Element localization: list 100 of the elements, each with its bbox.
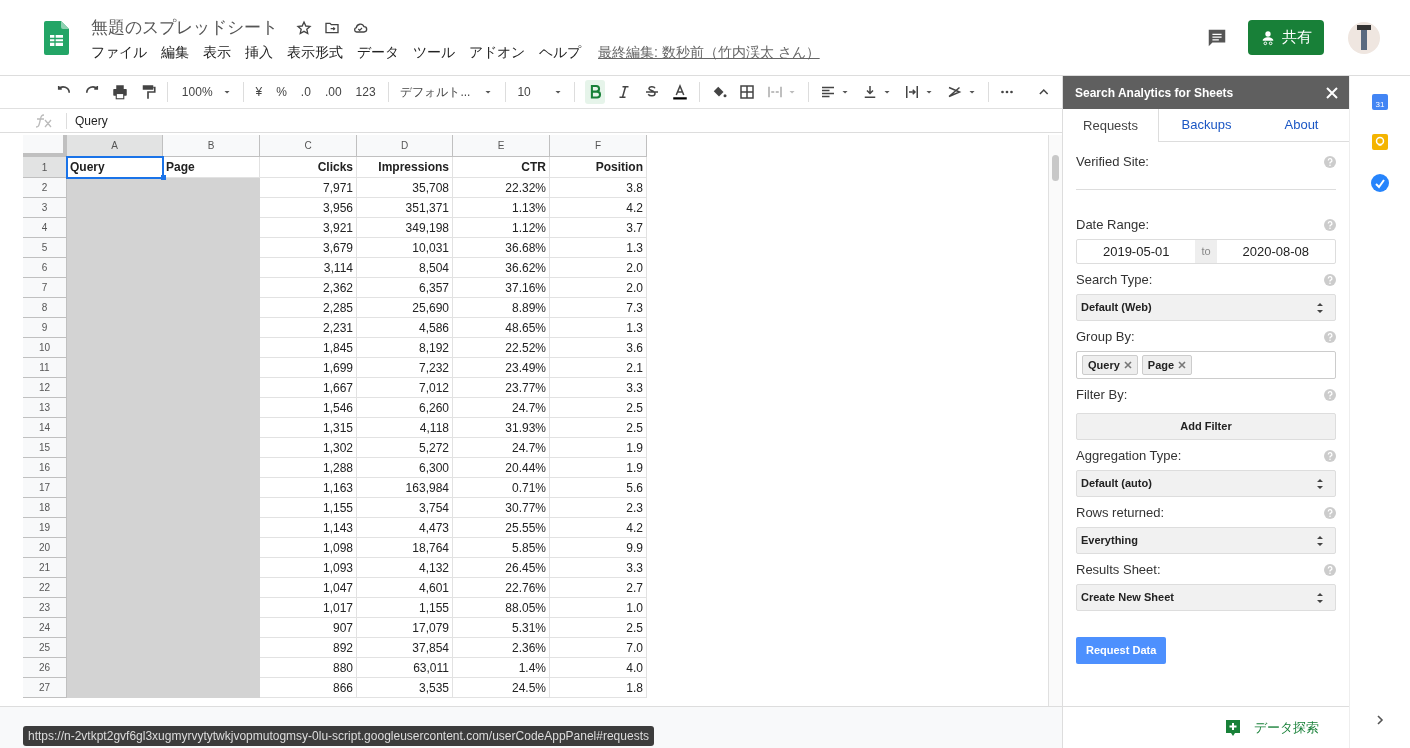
row-header[interactable]: 21 xyxy=(23,558,67,578)
field-label: Verified Site: xyxy=(1076,153,1149,172)
menu-item[interactable]: 挿入 xyxy=(238,42,280,63)
tab[interactable]: About xyxy=(1254,109,1349,142)
row-header[interactable]: 6 xyxy=(23,258,67,278)
table-cell: 2.5 xyxy=(550,398,647,418)
star-icon[interactable] xyxy=(296,19,312,36)
table-cell: 3.6 xyxy=(550,338,647,358)
row-header[interactable]: 15 xyxy=(23,438,67,458)
sheets-logo-icon[interactable] xyxy=(44,20,69,55)
row-header[interactable]: 3 xyxy=(23,198,67,218)
close-icon[interactable] xyxy=(1325,85,1339,100)
text-color-icon[interactable] xyxy=(671,83,690,101)
row-header[interactable]: 19 xyxy=(23,518,67,538)
column-header[interactable]: A xyxy=(67,135,163,157)
font-size-dropdown[interactable]: 10 xyxy=(515,83,542,101)
table-cell: 2,231 xyxy=(260,318,357,338)
row-header[interactable]: 2 xyxy=(23,178,67,198)
row-header[interactable]: 10 xyxy=(23,338,67,358)
row-header[interactable]: 9 xyxy=(23,318,67,338)
row-header[interactable]: 12 xyxy=(23,378,67,398)
percent-button[interactable]: % xyxy=(274,83,289,101)
row-header[interactable]: 24 xyxy=(23,618,67,638)
updown-icon xyxy=(1315,300,1325,315)
row-header[interactable]: 8 xyxy=(23,298,67,318)
share-button[interactable]: 共有 xyxy=(1248,20,1324,55)
scrollbar-thumb[interactable] xyxy=(1052,155,1059,181)
field-label: Search Type: xyxy=(1076,271,1153,290)
menu-item[interactable]: 表示形式 xyxy=(280,42,350,63)
calendar-icon[interactable]: 31 xyxy=(1372,94,1388,110)
row-header[interactable]: 25 xyxy=(23,638,67,658)
table-cell: 63,011 xyxy=(357,658,453,678)
table-header-cell[interactable]: Query xyxy=(67,157,163,178)
last-edit-link[interactable]: 最終編集: 数秒前（竹内渓太 さん） xyxy=(598,42,820,63)
row-header[interactable]: 7 xyxy=(23,278,67,298)
row-header[interactable]: 11 xyxy=(23,358,67,378)
row-header[interactable]: 14 xyxy=(23,418,67,438)
row-header[interactable]: 4 xyxy=(23,218,67,238)
tag-chip[interactable]: Page xyxy=(1141,355,1193,375)
row-header[interactable]: 26 xyxy=(23,658,67,678)
borders-icon[interactable] xyxy=(738,83,757,101)
remove-icon[interactable] xyxy=(1178,361,1187,369)
menu-item[interactable]: ヘルプ xyxy=(532,42,588,63)
document-title[interactable]: 無題のスプレッドシート xyxy=(91,14,278,41)
formula-input[interactable]: Query xyxy=(75,111,1062,130)
tag-input-field[interactable]: Query Page xyxy=(1076,351,1336,379)
select-field[interactable]: Everything xyxy=(1076,527,1336,554)
row-header[interactable]: 22 xyxy=(23,578,67,598)
currency-button[interactable]: ¥ xyxy=(253,83,265,101)
tag-chip[interactable]: Query xyxy=(1082,355,1138,375)
menu-item[interactable]: アドオン xyxy=(462,42,532,63)
row-header[interactable]: 20 xyxy=(23,538,67,558)
menu-item[interactable]: データ xyxy=(350,42,406,63)
corner-cell[interactable] xyxy=(23,135,67,157)
remove-icon[interactable] xyxy=(1123,361,1132,369)
zoom-dropdown[interactable]: 100% xyxy=(177,83,217,101)
table-cell: 1,288 xyxy=(260,458,357,478)
column-header[interactable]: D xyxy=(357,135,453,157)
table-cell: 1.13% xyxy=(453,198,550,218)
bold-icon[interactable] xyxy=(584,80,606,104)
row-header[interactable]: 16 xyxy=(23,458,67,478)
number-format-button[interactable]: 123 xyxy=(353,83,378,101)
chevron-right-icon[interactable] xyxy=(1374,714,1386,726)
add-filter-button[interactable]: Add Filter xyxy=(1076,413,1336,440)
decimal-increase-button[interactable]: .00 xyxy=(322,83,344,101)
font-dropdown[interactable]: デフォルト... xyxy=(398,83,473,101)
table-cell: 37.16% xyxy=(453,278,550,298)
decimal-decrease-button[interactable]: .0 xyxy=(298,83,313,101)
column-header[interactable]: F xyxy=(550,135,647,157)
table-cell: 6,357 xyxy=(357,278,453,298)
person-icon xyxy=(1260,29,1276,46)
row-header[interactable]: 13 xyxy=(23,398,67,418)
row-header[interactable]: 17 xyxy=(23,478,67,498)
select-field[interactable]: Default (Web) xyxy=(1076,294,1336,321)
explore-button[interactable]: データ探索 xyxy=(1224,717,1319,738)
row-header[interactable]: 1 xyxy=(23,157,67,178)
column-header[interactable]: C xyxy=(260,135,357,157)
table-cell: 3.3 xyxy=(550,378,647,398)
row-header[interactable]: 18 xyxy=(23,498,67,518)
check-circle-icon[interactable] xyxy=(1371,174,1389,192)
menu-item[interactable]: ファイル xyxy=(91,42,154,63)
field-label: Group By: xyxy=(1076,328,1135,347)
menu-item[interactable]: 表示 xyxy=(196,42,238,63)
column-header[interactable]: B xyxy=(163,135,260,157)
menu-item[interactable]: ツール xyxy=(406,42,462,63)
select-field[interactable]: Default (auto) xyxy=(1076,470,1336,497)
print-icon[interactable] xyxy=(111,83,129,101)
fill-handle[interactable] xyxy=(161,175,166,180)
tag-label: Page xyxy=(1147,357,1175,373)
table-header-cell: Clicks xyxy=(260,157,357,178)
menu-item[interactable]: 編集 xyxy=(154,42,196,63)
table-cell: 1,143 xyxy=(260,518,357,538)
row-header[interactable]: 27 xyxy=(23,678,67,698)
select-field[interactable]: Create New Sheet xyxy=(1076,584,1336,611)
row-header[interactable]: 5 xyxy=(23,238,67,258)
avatar[interactable] xyxy=(1348,21,1380,54)
table-cell: 1,017 xyxy=(260,598,357,618)
column-header[interactable]: E xyxy=(453,135,550,157)
row-header[interactable]: 23 xyxy=(23,598,67,618)
tab[interactable]: Backups xyxy=(1159,109,1254,142)
